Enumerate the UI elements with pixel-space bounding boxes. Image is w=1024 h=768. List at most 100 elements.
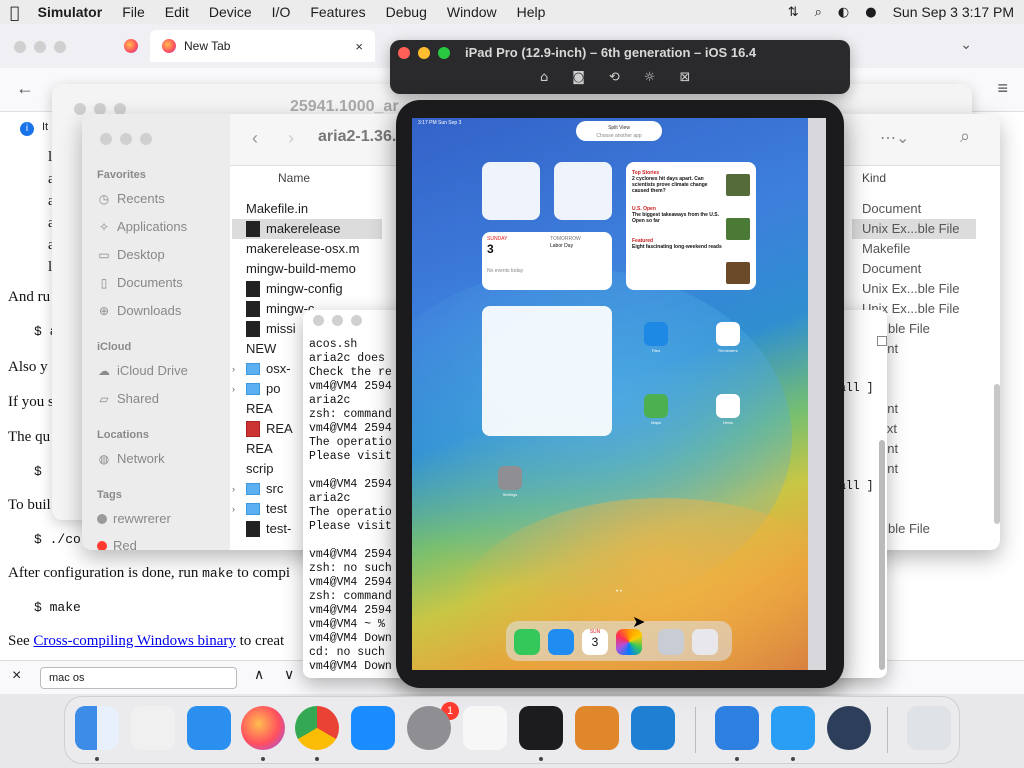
- close-button[interactable]: [313, 315, 324, 326]
- minimize-button[interactable]: [418, 47, 430, 59]
- zoom-button[interactable]: [351, 315, 362, 326]
- zoom-button[interactable]: [140, 133, 152, 145]
- sidebar-item-documents[interactable]: ▯ Documents: [97, 275, 183, 290]
- sidebar-item-tag[interactable]: rewwrerer: [97, 511, 171, 526]
- finder-icon[interactable]: [75, 706, 119, 750]
- calendar-widget[interactable]: SUNDAY 3 TOMORROW Labor Day No events to…: [482, 232, 612, 290]
- sidebar-item-desktop[interactable]: ▭ Desktop: [97, 247, 164, 262]
- hamburger-menu-icon[interactable]: ≡: [997, 78, 1008, 99]
- shake-icon[interactable]: ⊠: [679, 70, 690, 85]
- cross-compile-link[interactable]: Cross-compiling Windows binary: [33, 633, 235, 649]
- tab-pinned[interactable]: [112, 30, 150, 62]
- xcode-icon[interactable]: [715, 706, 759, 750]
- firefox-icon[interactable]: [241, 706, 285, 750]
- split-pane-icon[interactable]: [877, 336, 887, 346]
- airdrop-icon[interactable]: ⇅: [788, 5, 799, 20]
- rotate-icon[interactable]: ⟲: [609, 70, 620, 85]
- widget-placeholder[interactable]: [554, 162, 612, 220]
- zoom-button[interactable]: [438, 47, 450, 59]
- minimize-button[interactable]: [34, 41, 46, 53]
- tab-close-icon[interactable]: ×: [355, 39, 363, 54]
- scrollbar[interactable]: [994, 384, 1000, 524]
- tab-new-tab[interactable]: New Tab ×: [150, 30, 375, 62]
- system-settings-icon[interactable]: [407, 706, 451, 750]
- find-close-icon[interactable]: ×: [12, 667, 21, 685]
- page-indicator[interactable]: • •: [616, 589, 622, 595]
- news-widget[interactable]: Top Stories 2 cyclones hit days apart. C…: [626, 162, 756, 290]
- tab-list-chevron-icon[interactable]: ⌄: [960, 36, 972, 53]
- back-arrow-icon[interactable]: ←: [16, 78, 34, 99]
- calendar-icon[interactable]: SUN 3: [582, 629, 608, 655]
- clock[interactable]: Sun Sep 3 3:17 PM: [893, 4, 1014, 20]
- file-row[interactable]: makerelease-osx.m: [232, 239, 382, 259]
- menu-edit[interactable]: Edit: [165, 4, 189, 20]
- news-app-icon[interactable]: [716, 394, 740, 418]
- sidebar-item-icloud-drive[interactable]: ☁ iCloud Drive: [97, 363, 188, 378]
- quicktime-icon[interactable]: [827, 706, 871, 750]
- sidebar-item-network[interactable]: ◍ Network: [97, 451, 165, 466]
- recent-app-icon[interactable]: [692, 629, 718, 655]
- siri-icon[interactable]: ●: [865, 5, 876, 20]
- launchpad-icon[interactable]: [131, 706, 175, 750]
- close-button[interactable]: [14, 41, 26, 53]
- menu-window[interactable]: Window: [447, 4, 497, 20]
- close-button[interactable]: [398, 47, 410, 59]
- safari-icon[interactable]: [187, 706, 231, 750]
- screenshot-icon[interactable]: ◙: [572, 70, 585, 85]
- widget-placeholder[interactable]: [482, 162, 540, 220]
- more-actions-icon[interactable]: ⋯⌄: [880, 128, 909, 148]
- forward-chevron-icon[interactable]: ›: [288, 128, 294, 149]
- close-button[interactable]: [100, 133, 112, 145]
- control-center-icon[interactable]: ◐: [838, 5, 849, 20]
- widget-placeholder[interactable]: [482, 306, 612, 436]
- back-chevron-icon[interactable]: ‹: [252, 128, 258, 149]
- find-next-icon[interactable]: ∨: [284, 666, 294, 683]
- files-app-icon[interactable]: [644, 322, 668, 346]
- reminders-app-icon[interactable]: [716, 322, 740, 346]
- maps-app-icon[interactable]: [644, 394, 668, 418]
- garageband-icon[interactable]: [575, 706, 619, 750]
- textedit-icon[interactable]: [463, 706, 507, 750]
- disclosure-icon[interactable]: ›: [232, 479, 240, 499]
- sidebar-item-shared[interactable]: ▱ Shared: [97, 391, 159, 406]
- search-icon[interactable]: ⌕: [960, 126, 970, 147]
- column-header-kind[interactable]: Kind: [862, 166, 886, 190]
- photos-icon[interactable]: [616, 629, 642, 655]
- sidebar-item-applications[interactable]: ✧ Applications: [97, 219, 187, 234]
- messages-icon[interactable]: [514, 629, 540, 655]
- settings-app-icon[interactable]: [498, 466, 522, 490]
- apple-menu-icon[interactable]: : [10, 3, 20, 22]
- chrome-icon[interactable]: [295, 706, 339, 750]
- menu-debug[interactable]: Debug: [386, 4, 427, 20]
- simulator-icon[interactable]: [771, 706, 815, 750]
- split-view-banner[interactable]: Split View Choose another app: [576, 121, 662, 141]
- appearance-icon[interactable]: ☼: [644, 70, 656, 85]
- split-view-strip[interactable]: [808, 118, 826, 670]
- file-row[interactable]: mingw-config: [232, 279, 382, 299]
- sidebar-item-downloads[interactable]: ⊕ Downloads: [97, 303, 181, 318]
- zoom-button[interactable]: [54, 41, 66, 53]
- menu-app-name[interactable]: Simulator: [38, 4, 103, 20]
- menu-io[interactable]: I/O: [272, 4, 291, 20]
- sidebar-item-recents[interactable]: ◷ Recents: [97, 191, 165, 206]
- home-icon[interactable]: ⌂: [540, 70, 548, 85]
- scrollbar[interactable]: [879, 440, 885, 670]
- disclosure-icon[interactable]: ›: [232, 359, 240, 379]
- menu-file[interactable]: File: [122, 4, 145, 20]
- vscode-icon[interactable]: [631, 706, 675, 750]
- trash-icon[interactable]: [907, 706, 951, 750]
- file-row[interactable]: Makefile.in: [232, 199, 382, 219]
- minimize-button[interactable]: [120, 133, 132, 145]
- file-row[interactable]: makerelease: [232, 219, 382, 239]
- safari-icon[interactable]: [548, 629, 574, 655]
- find-previous-icon[interactable]: ∧: [254, 666, 264, 683]
- disclosure-icon[interactable]: ›: [232, 499, 240, 519]
- app-store-icon[interactable]: [351, 706, 395, 750]
- app-library-icon[interactable]: [658, 629, 684, 655]
- menu-device[interactable]: Device: [209, 4, 252, 20]
- minimize-button[interactable]: [332, 315, 343, 326]
- find-input[interactable]: mac os: [40, 667, 237, 689]
- disclosure-icon[interactable]: ›: [232, 379, 240, 399]
- menu-features[interactable]: Features: [310, 4, 365, 20]
- column-header-name[interactable]: Name: [278, 166, 310, 190]
